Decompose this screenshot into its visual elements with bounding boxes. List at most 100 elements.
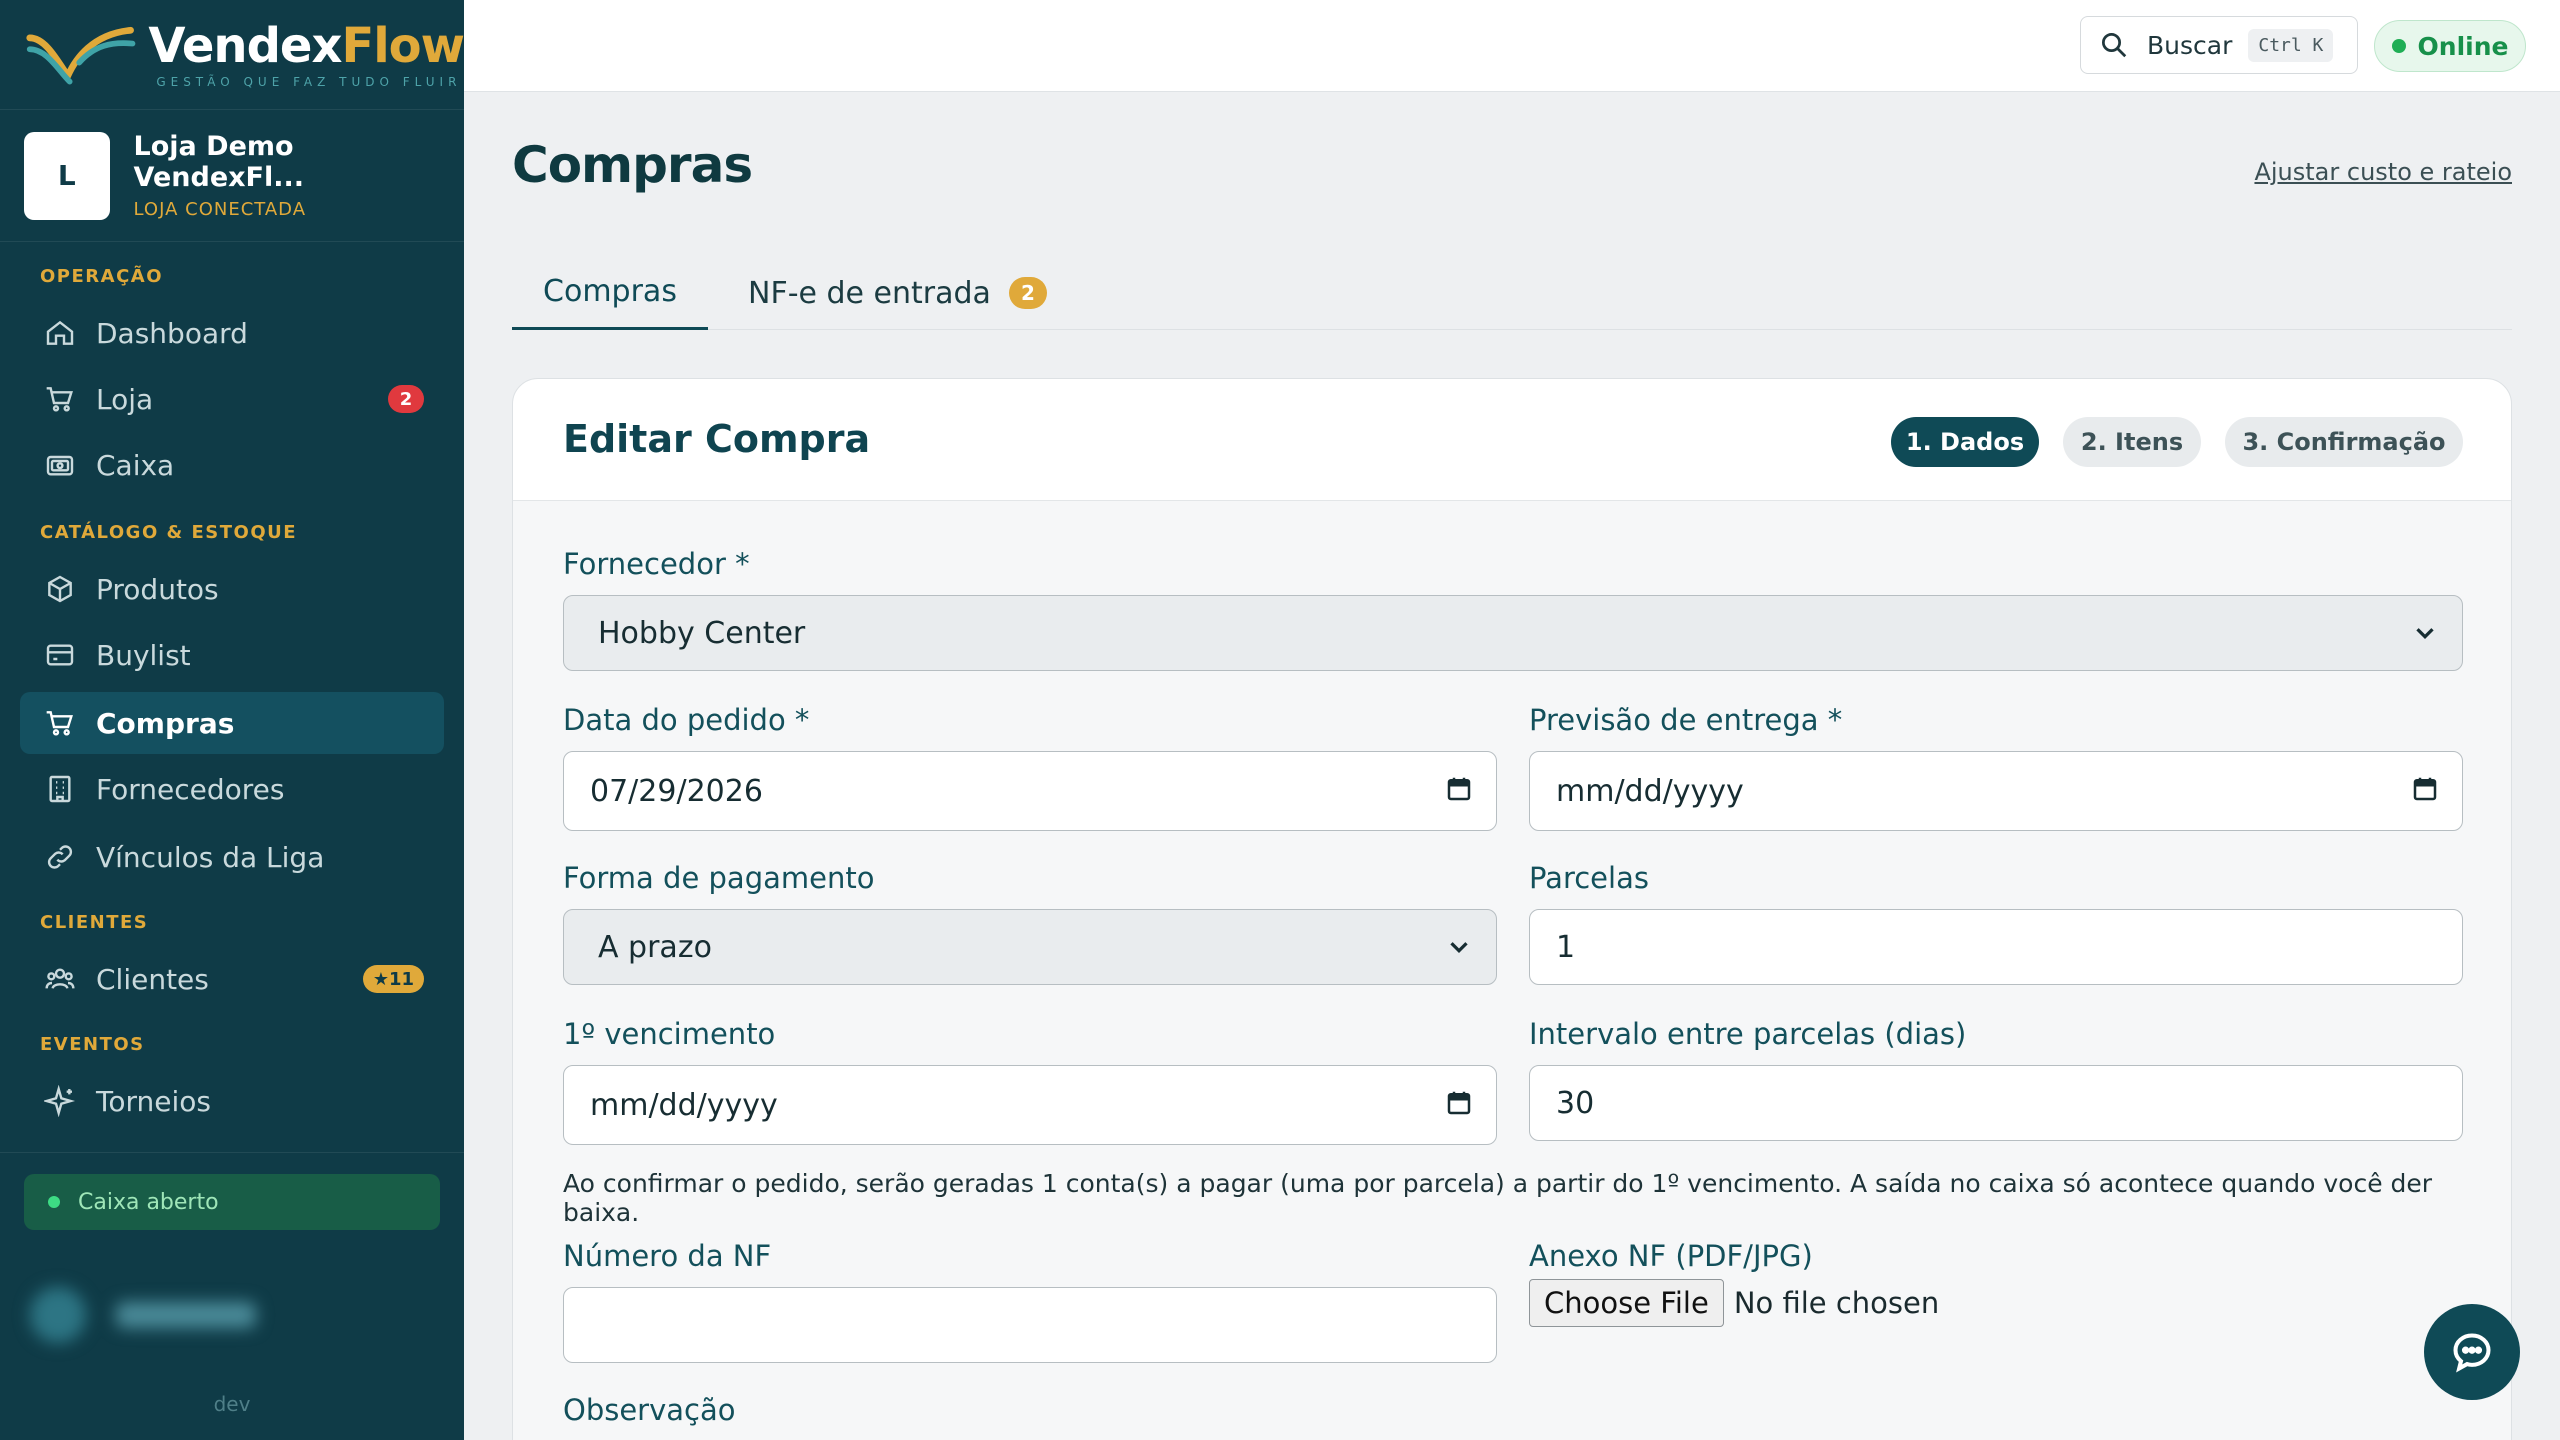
section-eventos: EVENTOS — [40, 1034, 145, 1055]
brand[interactable]: VendexFlow GESTÃO QUE FAZ TUDO FLUIR — [0, 0, 465, 110]
data-pedido-input[interactable]: 07/29/2026 — [563, 751, 1497, 831]
tab-nfe-entrada[interactable]: NF-e de entrada 2 — [748, 256, 1047, 330]
chevron-down-icon — [2416, 628, 2434, 640]
chat-button[interactable] — [2424, 1304, 2520, 1400]
sidebar-item-label: Caixa — [96, 448, 175, 482]
section-clientes: CLIENTES — [40, 912, 149, 933]
previsao-input[interactable]: mm/dd/yyyy — [1529, 751, 2463, 831]
fornecedor-select[interactable]: Hobby Center — [563, 595, 2463, 671]
sidebar-item-fornecedores[interactable]: Fornecedores — [20, 758, 444, 820]
building-icon — [42, 771, 78, 807]
numero-nf-label: Número da NF — [563, 1239, 772, 1273]
divider — [0, 1152, 464, 1153]
intervalo-label: Intervalo entre parcelas (dias) — [1529, 1017, 1967, 1051]
online-status-badge: Online — [2374, 20, 2526, 72]
sidebar-item-label: Loja — [96, 382, 154, 416]
sidebar-item-label: Compras — [96, 706, 235, 740]
sidebar-item-loja[interactable]: Loja 2 — [20, 368, 444, 430]
calendar-icon[interactable] — [1444, 774, 1474, 804]
cash-status-box[interactable]: Caixa aberto — [24, 1174, 440, 1230]
notification-badge: 2 — [388, 385, 424, 413]
link-icon — [42, 839, 78, 875]
loyalty-badge: ★11 — [362, 965, 424, 993]
form-body: Fornecedor * Hobby Center Data do pedido… — [513, 501, 2511, 1440]
card-header: Editar Compra 1. Dados 2. Itens 3. Confi… — [513, 379, 2511, 501]
data-pedido-label: Data do pedido * — [563, 703, 810, 737]
store-name: Loja Demo VendexFl... — [133, 131, 305, 193]
anexo-nf-file-input[interactable]: Choose File No file chosen — [1529, 1279, 1939, 1327]
status-dot — [2391, 39, 2406, 53]
sidebar-item-produtos[interactable]: Produtos — [20, 558, 444, 620]
step-itens[interactable]: 2. Itens — [2063, 417, 2201, 467]
sidebar-item-label: Vínculos da Liga — [96, 840, 325, 874]
topbar: Buscar Ctrl K Online — [464, 0, 2560, 92]
sidebar-item-caixa[interactable]: Caixa — [20, 434, 444, 496]
home-icon — [42, 315, 78, 351]
sidebar-item-torneios[interactable]: Torneios — [20, 1070, 444, 1132]
data-pedido-value: 07/29/2026 — [590, 773, 763, 809]
vencimento-value: mm/dd/yyyy — [590, 1087, 778, 1123]
online-status-text: Online — [2417, 31, 2509, 61]
step-confirmacao[interactable]: 3. Confirmação — [2225, 417, 2463, 467]
sidebar-item-label: Clientes — [96, 962, 209, 996]
vencimento-input[interactable]: mm/dd/yyyy — [563, 1065, 1497, 1145]
calendar-icon[interactable] — [1444, 1088, 1474, 1118]
parcelas-value: 1 — [1556, 929, 1576, 965]
sidebar-item-compras[interactable]: Compras — [20, 692, 444, 754]
card-icon — [42, 637, 78, 673]
intervalo-value: 30 — [1556, 1085, 1595, 1121]
sidebar-item-vinculos[interactable]: Vínculos da Liga — [20, 826, 444, 888]
file-status: No file chosen — [1733, 1286, 1940, 1320]
sidebar-item-dashboard[interactable]: Dashboard — [20, 302, 444, 364]
parcelas-input[interactable]: 1 — [1529, 909, 2463, 985]
numero-nf-input[interactable] — [563, 1287, 1497, 1363]
tab-compras[interactable]: Compras — [512, 256, 708, 330]
adjust-cost-link[interactable]: Ajustar custo e rateio — [2254, 158, 2512, 186]
box-icon — [42, 571, 78, 607]
tab-label: NF-e de entrada — [748, 275, 991, 311]
search-shortcut: Ctrl K — [2248, 28, 2334, 62]
choose-file-button[interactable]: Choose File — [1529, 1279, 1724, 1327]
anexo-nf-label: Anexo NF (PDF/JPG) — [1529, 1239, 1813, 1273]
sidebar-item-buylist[interactable]: Buylist — [20, 624, 444, 686]
observacao-label: Observação — [563, 1393, 736, 1427]
forma-pagamento-label: Forma de pagamento — [563, 861, 875, 895]
card-title: Editar Compra — [563, 417, 871, 461]
tab-count-badge: 2 — [1008, 277, 1047, 309]
store-avatar: L — [24, 131, 110, 220]
user-profile-blurred[interactable] — [30, 1280, 410, 1350]
page-title: Compras — [512, 136, 753, 194]
sidebar: VendexFlow GESTÃO QUE FAZ TUDO FLUIR L L… — [0, 0, 465, 1440]
cash-status-text: Caixa aberto — [78, 1189, 219, 1215]
previsao-label: Previsão de entrega * — [1529, 703, 1843, 737]
section-catalogo: CATÁLOGO & ESTOQUE — [40, 522, 298, 543]
vencimento-label: 1º vencimento — [563, 1017, 776, 1051]
sidebar-item-label: Dashboard — [96, 316, 248, 350]
user-name-blurred — [116, 1302, 256, 1328]
sidebar-item-label: Produtos — [96, 572, 219, 606]
sidebar-item-label: Buylist — [96, 638, 191, 672]
chat-bubble-icon — [2453, 1333, 2491, 1373]
search-button[interactable]: Buscar Ctrl K — [2080, 16, 2358, 74]
forma-pagamento-value: A prazo — [598, 929, 712, 965]
intervalo-input[interactable]: 30 — [1529, 1065, 2463, 1141]
sidebar-item-clientes[interactable]: Clientes ★11 — [20, 948, 444, 1010]
previsao-value: mm/dd/yyyy — [1556, 773, 1744, 809]
step-dados[interactable]: 1. Dados — [1891, 417, 2039, 467]
brand-logo-icon — [26, 26, 136, 85]
fornecedor-label: Fornecedor * — [563, 547, 750, 581]
users-icon — [42, 961, 78, 997]
store-switcher[interactable]: L Loja Demo VendexFl... LOJA CONECTADA — [0, 110, 464, 242]
parcelas-label: Parcelas — [1529, 861, 1649, 895]
status-dot — [48, 1196, 60, 1208]
tab-label: Compras — [543, 274, 677, 309]
cart-icon — [42, 705, 78, 741]
sidebar-item-label: Torneios — [96, 1084, 211, 1118]
forma-pagamento-select[interactable]: A prazo — [563, 909, 1497, 985]
tabs: Compras NF-e de entrada 2 — [512, 256, 2512, 330]
calendar-icon[interactable] — [2410, 774, 2440, 804]
chevron-down-icon — [1450, 942, 1468, 954]
installments-note: Ao confirmar o pedido, serão geradas 1 c… — [563, 1169, 2433, 1227]
section-operacao: OPERAÇÃO — [40, 266, 164, 287]
sidebar-item-label: Fornecedores — [96, 772, 285, 806]
